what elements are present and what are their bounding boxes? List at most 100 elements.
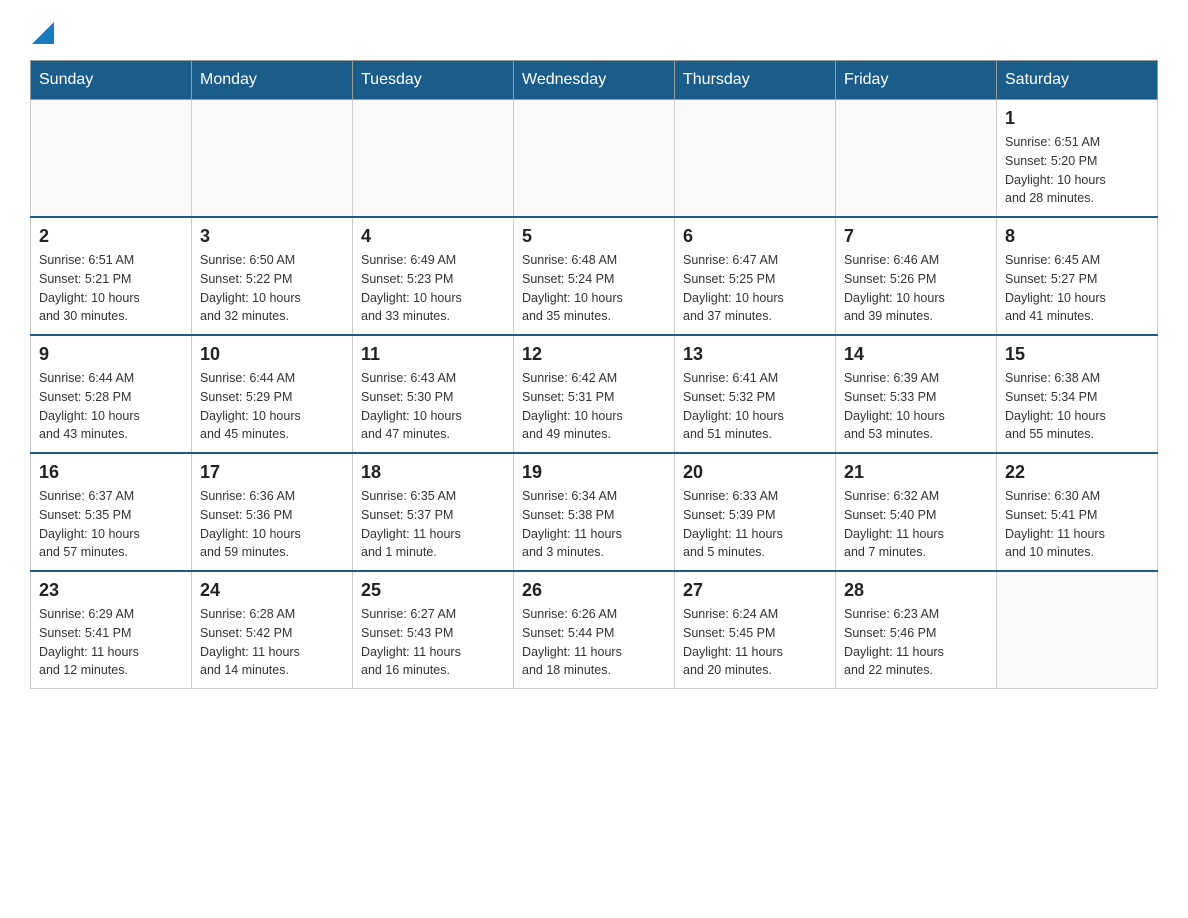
day-info: Sunrise: 6:51 AM Sunset: 5:20 PM Dayligh… — [1005, 133, 1149, 208]
calendar-week-row: 9 Sunrise: 6:44 AM Sunset: 5:28 PM Daylig… — [31, 335, 1158, 453]
weekday-header-row: SundayMondayTuesdayWednesdayThursdayFrid… — [31, 61, 1158, 100]
day-info: Sunrise: 6:51 AM Sunset: 5:21 PM Dayligh… — [39, 251, 183, 326]
day-number: 23 — [39, 580, 183, 601]
calendar-week-row: 1 Sunrise: 6:51 AM Sunset: 5:20 PM Daylig… — [31, 100, 1158, 218]
logo — [30, 20, 54, 40]
calendar-day-cell: 24Sunrise: 6:28 AM Sunset: 5:42 PM Dayli… — [192, 571, 353, 689]
day-number: 15 — [1005, 344, 1149, 365]
day-info: Sunrise: 6:26 AM Sunset: 5:44 PM Dayligh… — [522, 605, 666, 680]
weekday-header-monday: Monday — [192, 61, 353, 100]
weekday-header-sunday: Sunday — [31, 61, 192, 100]
calendar-day-cell: 22 Sunrise: 6:30 AM Sunset: 5:41 PM Dayli… — [997, 453, 1158, 571]
weekday-header-friday: Friday — [836, 61, 997, 100]
empty-cell — [836, 100, 997, 218]
calendar-day-cell: 6 Sunrise: 6:47 AM Sunset: 5:25 PM Daylig… — [675, 217, 836, 335]
day-number: 9 — [39, 344, 183, 365]
day-info: Sunrise: 6:32 AM Sunset: 5:40 PM Dayligh… — [844, 487, 988, 562]
weekday-header-saturday: Saturday — [997, 61, 1158, 100]
day-info: Sunrise: 6:33 AM Sunset: 5:39 PM Dayligh… — [683, 487, 827, 562]
calendar-day-cell: 16 Sunrise: 6:37 AM Sunset: 5:35 PM Dayli… — [31, 453, 192, 571]
calendar-day-cell: 17 Sunrise: 6:36 AM Sunset: 5:36 PM Dayli… — [192, 453, 353, 571]
calendar-day-cell: 1 Sunrise: 6:51 AM Sunset: 5:20 PM Daylig… — [997, 100, 1158, 218]
day-number: 11 — [361, 344, 505, 365]
weekday-header-tuesday: Tuesday — [353, 61, 514, 100]
day-number: 1 — [1005, 108, 1149, 129]
day-info: Sunrise: 6:50 AM Sunset: 5:22 PM Dayligh… — [200, 251, 344, 326]
day-number: 16 — [39, 462, 183, 483]
day-number: 17 — [200, 462, 344, 483]
calendar-day-cell: 2 Sunrise: 6:51 AM Sunset: 5:21 PM Daylig… — [31, 217, 192, 335]
day-info: Sunrise: 6:42 AM Sunset: 5:31 PM Dayligh… — [522, 369, 666, 444]
day-number: 19 — [522, 462, 666, 483]
day-number: 3 — [200, 226, 344, 247]
calendar-day-cell: 15 Sunrise: 6:38 AM Sunset: 5:34 PM Dayli… — [997, 335, 1158, 453]
empty-cell — [192, 100, 353, 218]
day-info: Sunrise: 6:43 AM Sunset: 5:30 PM Dayligh… — [361, 369, 505, 444]
calendar-day-cell: 25 Sunrise: 6:27 AM Sunset: 5:43 PM Dayli… — [353, 571, 514, 689]
day-number: 5 — [522, 226, 666, 247]
day-info: Sunrise: 6:28 AM Sunset: 5:42 PM Dayligh… — [200, 605, 344, 680]
day-info: Sunrise: 6:45 AM Sunset: 5:27 PM Dayligh… — [1005, 251, 1149, 326]
day-number: 26 — [522, 580, 666, 601]
empty-cell — [997, 571, 1158, 689]
day-info: Sunrise: 6:38 AM Sunset: 5:34 PM Dayligh… — [1005, 369, 1149, 444]
day-info: Sunrise: 6:44 AM Sunset: 5:29 PM Dayligh… — [200, 369, 344, 444]
calendar-day-cell: 5 Sunrise: 6:48 AM Sunset: 5:24 PM Daylig… — [514, 217, 675, 335]
day-info: Sunrise: 6:47 AM Sunset: 5:25 PM Dayligh… — [683, 251, 827, 326]
calendar-day-cell: 18 Sunrise: 6:35 AM Sunset: 5:37 PM Dayli… — [353, 453, 514, 571]
calendar-day-cell: 4 Sunrise: 6:49 AM Sunset: 5:23 PM Daylig… — [353, 217, 514, 335]
weekday-header-thursday: Thursday — [675, 61, 836, 100]
calendar-day-cell: 23 Sunrise: 6:29 AM Sunset: 5:41 PM Dayli… — [31, 571, 192, 689]
empty-cell — [675, 100, 836, 218]
calendar-day-cell: 13 Sunrise: 6:41 AM Sunset: 5:32 PM Dayli… — [675, 335, 836, 453]
day-number: 18 — [361, 462, 505, 483]
calendar-day-cell: 10 Sunrise: 6:44 AM Sunset: 5:29 PM Dayli… — [192, 335, 353, 453]
day-number: 25 — [361, 580, 505, 601]
calendar-day-cell: 19 Sunrise: 6:34 AM Sunset: 5:38 PM Dayli… — [514, 453, 675, 571]
day-info: Sunrise: 6:41 AM Sunset: 5:32 PM Dayligh… — [683, 369, 827, 444]
day-info: Sunrise: 6:27 AM Sunset: 5:43 PM Dayligh… — [361, 605, 505, 680]
day-number: 6 — [683, 226, 827, 247]
weekday-header-wednesday: Wednesday — [514, 61, 675, 100]
calendar-day-cell: 12 Sunrise: 6:42 AM Sunset: 5:31 PM Dayli… — [514, 335, 675, 453]
calendar-day-cell: 14 Sunrise: 6:39 AM Sunset: 5:33 PM Dayli… — [836, 335, 997, 453]
day-number: 12 — [522, 344, 666, 365]
day-info: Sunrise: 6:23 AM Sunset: 5:46 PM Dayligh… — [844, 605, 988, 680]
day-number: 20 — [683, 462, 827, 483]
day-info: Sunrise: 6:48 AM Sunset: 5:24 PM Dayligh… — [522, 251, 666, 326]
day-number: 10 — [200, 344, 344, 365]
logo-triangle-icon — [32, 22, 54, 44]
day-number: 8 — [1005, 226, 1149, 247]
day-number: 2 — [39, 226, 183, 247]
day-info: Sunrise: 6:35 AM Sunset: 5:37 PM Dayligh… — [361, 487, 505, 562]
day-info: Sunrise: 6:39 AM Sunset: 5:33 PM Dayligh… — [844, 369, 988, 444]
calendar-week-row: 16 Sunrise: 6:37 AM Sunset: 5:35 PM Dayli… — [31, 453, 1158, 571]
day-info: Sunrise: 6:24 AM Sunset: 5:45 PM Dayligh… — [683, 605, 827, 680]
day-number: 13 — [683, 344, 827, 365]
day-info: Sunrise: 6:30 AM Sunset: 5:41 PM Dayligh… — [1005, 487, 1149, 562]
day-info: Sunrise: 6:37 AM Sunset: 5:35 PM Dayligh… — [39, 487, 183, 562]
day-info: Sunrise: 6:44 AM Sunset: 5:28 PM Dayligh… — [39, 369, 183, 444]
calendar-week-row: 23 Sunrise: 6:29 AM Sunset: 5:41 PM Dayli… — [31, 571, 1158, 689]
day-number: 4 — [361, 226, 505, 247]
page-header — [30, 20, 1158, 40]
calendar-day-cell: 9 Sunrise: 6:44 AM Sunset: 5:28 PM Daylig… — [31, 335, 192, 453]
calendar-day-cell: 11 Sunrise: 6:43 AM Sunset: 5:30 PM Dayli… — [353, 335, 514, 453]
empty-cell — [353, 100, 514, 218]
day-number: 27 — [683, 580, 827, 601]
calendar-day-cell: 26 Sunrise: 6:26 AM Sunset: 5:44 PM Dayli… — [514, 571, 675, 689]
calendar-day-cell: 3 Sunrise: 6:50 AM Sunset: 5:22 PM Daylig… — [192, 217, 353, 335]
calendar-day-cell: 8 Sunrise: 6:45 AM Sunset: 5:27 PM Daylig… — [997, 217, 1158, 335]
day-number: 14 — [844, 344, 988, 365]
calendar-day-cell: 7Sunrise: 6:46 AM Sunset: 5:26 PM Daylig… — [836, 217, 997, 335]
day-info: Sunrise: 6:36 AM Sunset: 5:36 PM Dayligh… — [200, 487, 344, 562]
calendar-table: SundayMondayTuesdayWednesdayThursdayFrid… — [30, 60, 1158, 689]
calendar-day-cell: 27 Sunrise: 6:24 AM Sunset: 5:45 PM Dayli… — [675, 571, 836, 689]
calendar-day-cell: 20 Sunrise: 6:33 AM Sunset: 5:39 PM Dayli… — [675, 453, 836, 571]
day-info: Sunrise: 6:29 AM Sunset: 5:41 PM Dayligh… — [39, 605, 183, 680]
day-number: 7 — [844, 226, 988, 247]
day-number: 22 — [1005, 462, 1149, 483]
day-info: Sunrise: 6:34 AM Sunset: 5:38 PM Dayligh… — [522, 487, 666, 562]
calendar-day-cell: 28Sunrise: 6:23 AM Sunset: 5:46 PM Dayli… — [836, 571, 997, 689]
day-info: Sunrise: 6:49 AM Sunset: 5:23 PM Dayligh… — [361, 251, 505, 326]
